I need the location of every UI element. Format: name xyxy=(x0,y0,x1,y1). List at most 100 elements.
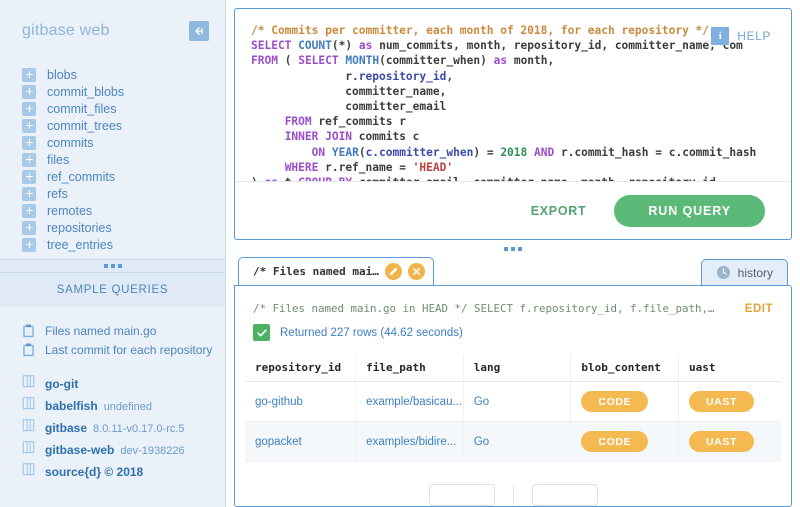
export-button[interactable]: EXPORT xyxy=(525,203,593,219)
handle-dot xyxy=(511,247,515,251)
next-page-button[interactable] xyxy=(532,484,598,506)
plus-icon[interactable] xyxy=(22,102,36,116)
pencil-icon xyxy=(388,266,399,277)
table-item[interactable]: commits xyxy=(0,134,225,151)
result-query-row: /* Files named main.go in HEAD */ SELECT… xyxy=(235,286,791,315)
sql-token xyxy=(251,161,285,174)
column-header[interactable]: blob_content xyxy=(571,354,679,382)
plus-icon[interactable] xyxy=(22,119,36,133)
version-item: source{d} © 2018 xyxy=(0,459,225,481)
sql-token: committer_name, xyxy=(251,85,446,98)
sample-queries-header: SAMPLE QUERIES xyxy=(0,273,225,307)
plus-icon[interactable] xyxy=(22,153,36,167)
sql-code[interactable]: /* Commits per committer, each month of … xyxy=(251,23,781,181)
book-icon xyxy=(22,440,35,454)
cell-repository_id: gopacket xyxy=(245,422,356,462)
code-button[interactable]: CODE xyxy=(581,431,648,452)
sql-line: ) as t GROUP BY committer_email, committ… xyxy=(251,175,781,181)
sql-line: ON YEAR(c.committer_when) = 2018 AND r.c… xyxy=(251,145,781,160)
table-item[interactable]: files xyxy=(0,151,225,168)
cell-repository_id: go-github xyxy=(245,382,356,422)
history-label: history xyxy=(738,266,773,280)
results-panel: /* Files named main.go in HEAD */ SELECT… xyxy=(234,285,792,507)
book-icon xyxy=(22,462,35,476)
prev-page-button[interactable] xyxy=(429,484,495,506)
handle-dot xyxy=(518,247,522,251)
handle-dot xyxy=(111,264,115,268)
sidebar-collapse-button[interactable] xyxy=(189,21,209,41)
plus-icon[interactable] xyxy=(22,170,36,184)
book-icon xyxy=(22,374,35,388)
sql-line: committer_email xyxy=(251,99,781,114)
sql-token: committer_email xyxy=(251,100,446,113)
panel-resize-handle[interactable] xyxy=(234,240,792,257)
plus-icon[interactable] xyxy=(22,187,36,201)
result-status: Returned 227 rows (44.62 seconds) xyxy=(235,315,791,341)
results-table: repository_idfile_pathlangblob_contentua… xyxy=(245,354,781,462)
uast-button[interactable]: UAST xyxy=(689,431,754,452)
cell-uast: UAST xyxy=(679,422,782,462)
sql-token: WHERE xyxy=(285,161,319,174)
tab-close-button[interactable] xyxy=(408,263,425,280)
sql-editor[interactable]: /* Commits per committer, each month of … xyxy=(235,9,791,181)
table-item[interactable]: remotes xyxy=(0,202,225,219)
sql-token xyxy=(251,115,285,128)
cell-blob_content: CODE xyxy=(571,382,679,422)
sql-token: ( xyxy=(379,54,386,67)
plus-icon[interactable] xyxy=(22,68,36,82)
sql-token: commits c xyxy=(352,130,419,143)
cell-file_path: example/basicau... xyxy=(356,382,464,422)
sample-query-item[interactable]: Last commit for each repository xyxy=(0,340,225,359)
column-header[interactable]: lang xyxy=(463,354,571,382)
edit-query-link[interactable]: EDIT xyxy=(745,303,773,315)
sql-token: AND xyxy=(534,146,554,159)
uast-button[interactable]: UAST xyxy=(689,391,754,412)
sql-token: c.committer_when xyxy=(366,146,474,159)
version-item: gitbase8.0.11-v0.17.0-rc.5 xyxy=(0,415,225,437)
plus-icon[interactable] xyxy=(22,136,36,150)
table-item[interactable]: blobs xyxy=(0,66,225,83)
run-query-button[interactable]: RUN QUERY xyxy=(614,195,765,227)
sql-token: r. xyxy=(251,70,359,83)
sample-query-item[interactable]: Files named main.go xyxy=(0,321,225,340)
code-button[interactable]: CODE xyxy=(581,391,648,412)
table-item-label: tree_entries xyxy=(47,238,113,252)
sql-token: ) xyxy=(251,176,258,181)
table-item[interactable]: commit_files xyxy=(0,100,225,117)
table-item[interactable]: refs xyxy=(0,185,225,202)
table-item[interactable]: repositories xyxy=(0,219,225,236)
plus-icon[interactable] xyxy=(22,85,36,99)
sql-token: GROUP BY xyxy=(298,176,352,181)
version-item: gitbase-webdev-1938226 xyxy=(0,437,225,459)
clipboard-icon xyxy=(22,343,35,357)
column-header[interactable]: file_path xyxy=(356,354,464,382)
table-item[interactable]: commit_trees xyxy=(0,117,225,134)
sql-token: YEAR xyxy=(332,146,359,159)
table-item[interactable]: ref_commits xyxy=(0,168,225,185)
plus-icon[interactable] xyxy=(22,221,36,235)
help-button[interactable]: i HELP xyxy=(711,27,771,45)
table-item[interactable]: commit_blobs xyxy=(0,83,225,100)
version-number: dev-1938226 xyxy=(120,445,184,457)
tab-edit-button[interactable] xyxy=(385,263,402,280)
sql-token: ref_commits r xyxy=(312,115,406,128)
table-item-label: commit_blobs xyxy=(47,85,124,99)
sql-token: /* Commits per committer, each month of … xyxy=(251,24,709,37)
status-text: Returned 227 rows (44.62 seconds) xyxy=(280,327,463,339)
sql-token: as xyxy=(265,176,278,181)
cell-lang: Go xyxy=(463,382,571,422)
tab-history[interactable]: history xyxy=(701,259,788,285)
column-header[interactable]: uast xyxy=(679,354,782,382)
table-item[interactable]: tree_entries xyxy=(0,236,225,253)
sql-token: FROM xyxy=(285,115,312,128)
plus-icon[interactable] xyxy=(22,204,36,218)
gitbase-web-app: gitbase web blobscommit_blobscommit_file… xyxy=(0,0,800,507)
results-table-scroll[interactable]: repository_idfile_pathlangblob_contentua… xyxy=(235,341,791,480)
table-item-label: files xyxy=(47,153,69,167)
table-header-row: repository_idfile_pathlangblob_contentua… xyxy=(245,354,781,382)
sidebar-resize-handle[interactable] xyxy=(0,259,225,273)
column-header[interactable]: repository_id xyxy=(245,354,356,382)
sql-token: t xyxy=(278,176,298,181)
plus-icon[interactable] xyxy=(22,238,36,252)
tab-query-result[interactable]: /* Files named mai… xyxy=(238,257,434,285)
